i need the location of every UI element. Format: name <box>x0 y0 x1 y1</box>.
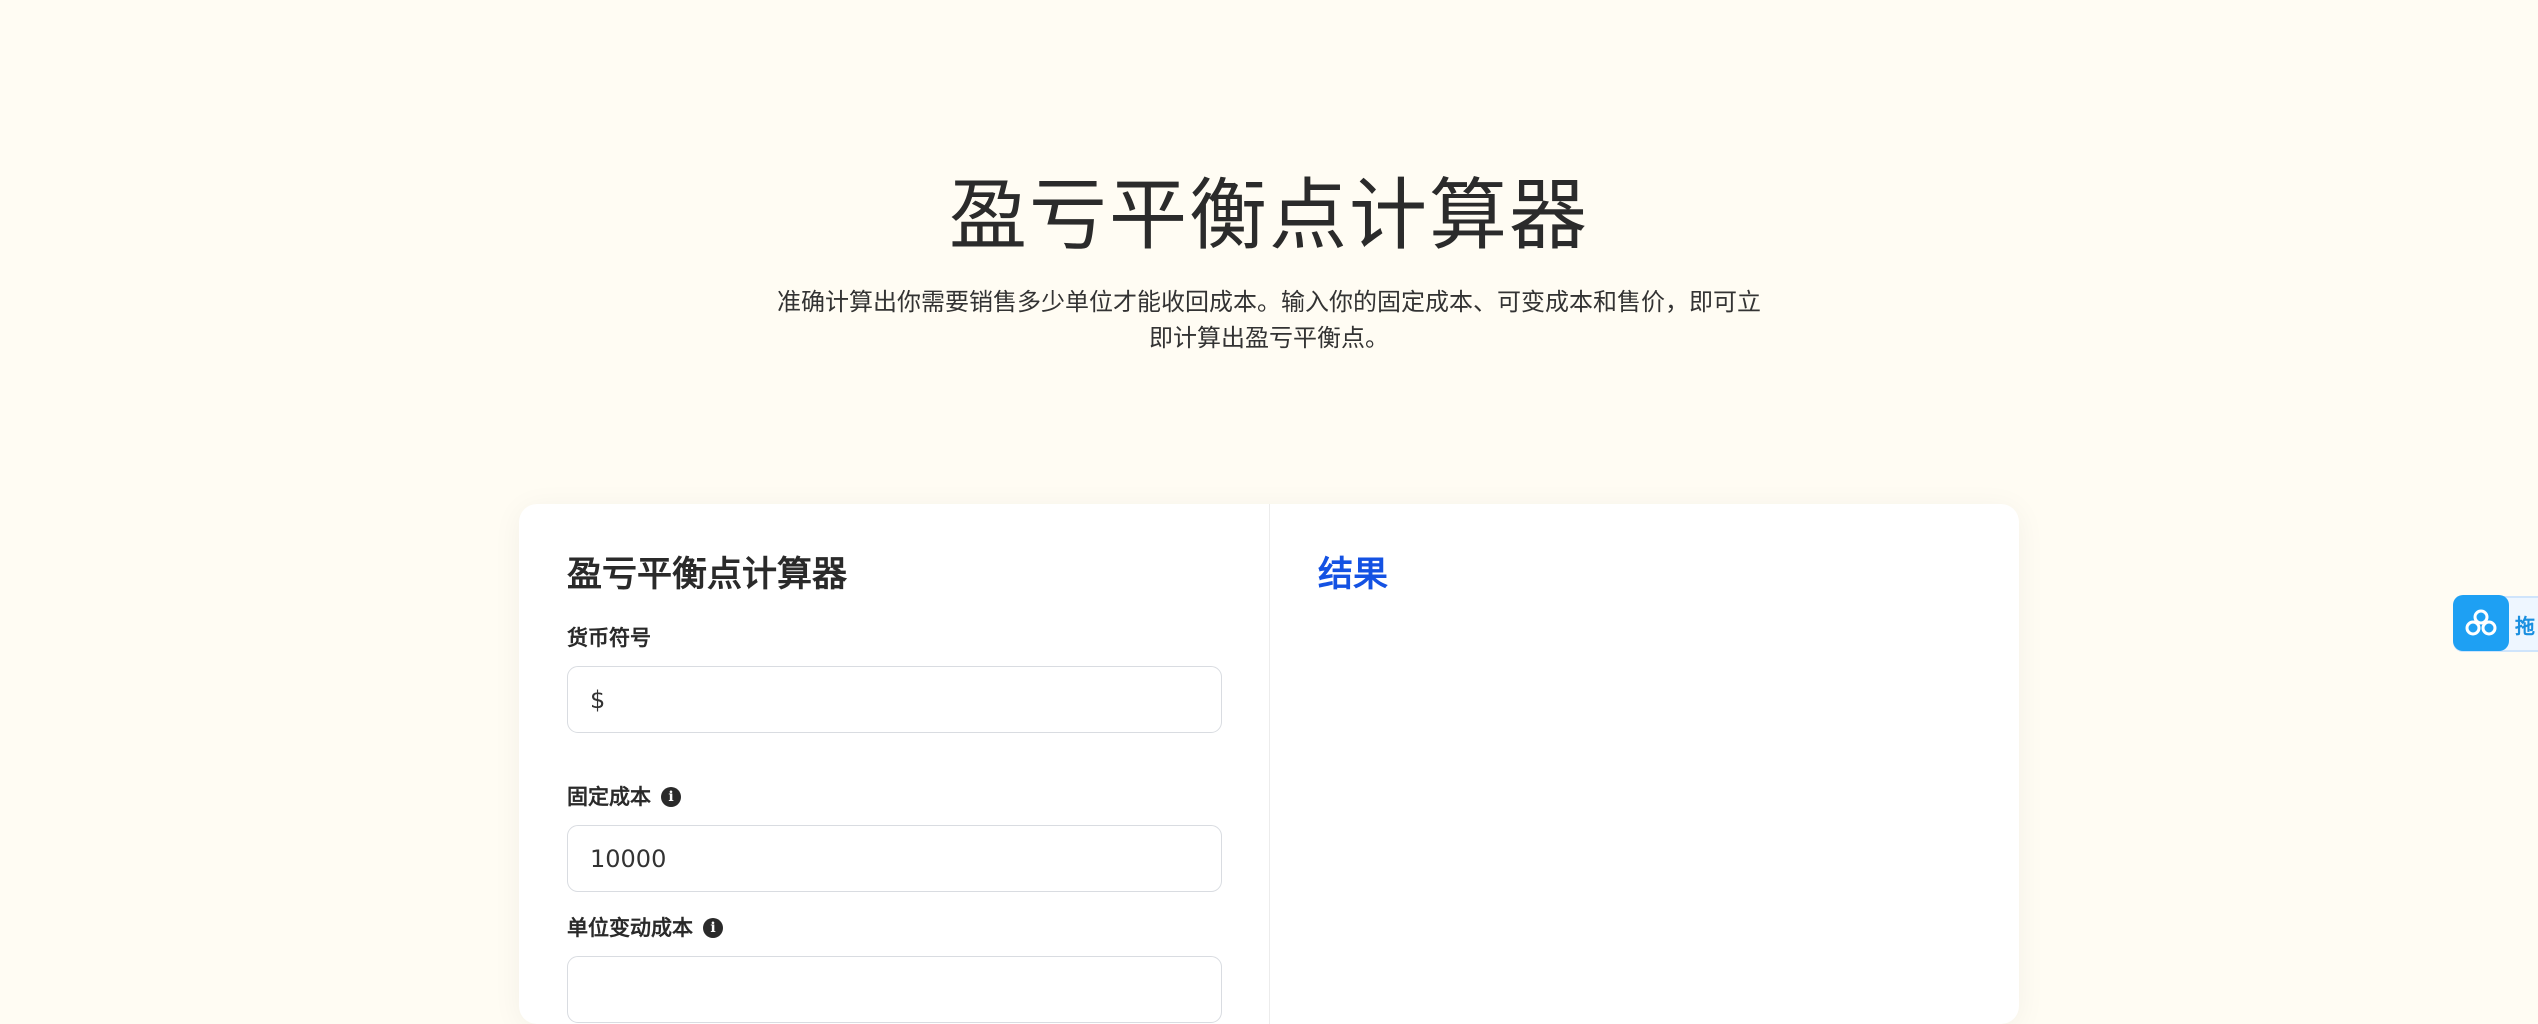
variable-cost-label-text: 单位变动成本 <box>567 916 693 940</box>
calculator-form: 盈亏平衡点计算器 货币符号 固定成本 i 单位变动成本 i <box>519 504 1270 1024</box>
results-title: 结果 <box>1318 555 1389 595</box>
calculator-card: 盈亏平衡点计算器 货币符号 固定成本 i 单位变动成本 i 结果 <box>519 504 2019 1024</box>
currency-input[interactable] <box>567 666 1222 733</box>
info-icon[interactable]: i <box>703 918 723 938</box>
fixed-cost-input[interactable] <box>567 825 1222 892</box>
info-icon[interactable]: i <box>661 787 681 807</box>
page-title: 盈亏平衡点计算器 <box>948 171 1589 261</box>
variable-cost-input[interactable] <box>567 956 1222 1023</box>
cloud-logo-icon <box>2453 595 2509 651</box>
calculator-title: 盈亏平衡点计算器 <box>567 555 848 595</box>
currency-field-group: 货币符号 <box>567 624 1222 733</box>
fixed-cost-field-group: 固定成本 i <box>567 783 1222 892</box>
variable-cost-label: 单位变动成本 i <box>567 914 1221 942</box>
side-widget-label: 拖 <box>2515 613 2535 638</box>
currency-label: 货币符号 <box>567 624 1221 652</box>
results-panel: 结果 <box>1270 504 2019 1024</box>
variable-cost-field-group: 单位变动成本 i <box>567 914 1222 1023</box>
currency-label-text: 货币符号 <box>567 626 651 650</box>
floating-side-widget[interactable]: 拖 <box>2453 595 2538 652</box>
page-description: 准确计算出你需要销售多少单位才能收回成本。输入你的固定成本、可变成本和售价，即可… <box>777 288 1761 352</box>
fixed-cost-label: 固定成本 i <box>567 783 1221 811</box>
fixed-cost-label-text: 固定成本 <box>567 785 651 809</box>
